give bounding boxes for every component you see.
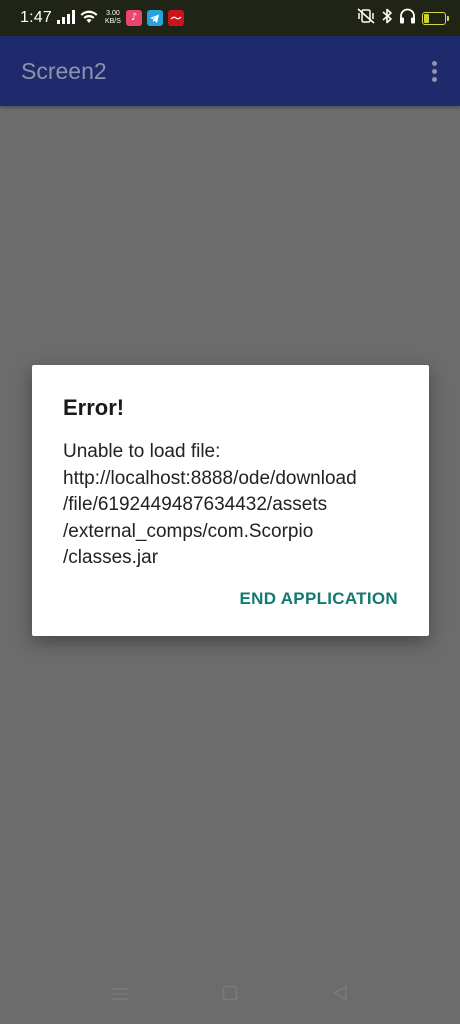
app-bar: Screen2 [0,36,460,106]
headphones-icon [399,8,416,28]
network-speed: 3.00 KB/S [105,10,121,26]
home-nav-button[interactable] [210,975,250,1015]
battery-level: 27 [428,13,439,23]
battery-icon: 27 [422,11,449,25]
more-vert-icon-dot [431,68,437,74]
signal-icon [56,9,75,28]
dialog-actions: END APPLICATION [240,589,398,609]
status-time: 1:47 [20,9,52,26]
more-vert-icon-dot [431,76,437,82]
dialog-message: Unable to load file: http://localhost:88… [63,441,357,568]
menu-nav-button[interactable] [100,975,140,1015]
music-app-icon: ♪ [125,10,142,26]
status-right: 27 [357,8,449,28]
menu-icon [111,986,129,1005]
end-application-button[interactable]: END APPLICATION [240,589,398,609]
red-app-icon [167,10,184,26]
app-title: Screen2 [21,57,107,84]
home-icon [222,985,238,1005]
status-left: 1:47 3.00 KB/S ♪ [20,9,184,28]
back-icon [332,985,348,1005]
telegram-icon [146,10,163,26]
wifi-icon [80,9,98,28]
vibrate-icon [357,8,375,28]
navigation-bar [0,966,460,1024]
speed-unit: KB/S [104,18,121,25]
overflow-menu-button[interactable] [424,51,444,91]
more-vert-icon-dot [431,60,437,66]
screen: 1:47 3.00 KB/S ♪ 27 Screen2 Error! Unabl… [0,0,460,1024]
dialog-title: Error! [63,395,125,420]
bluetooth-icon [381,8,393,28]
status-bar: 1:47 3.00 KB/S ♪ 27 [0,0,460,36]
back-nav-button[interactable] [320,975,360,1015]
error-dialog: Error! Unable to load file: http://local… [32,365,429,636]
speed-value: 3.00 [106,10,120,17]
